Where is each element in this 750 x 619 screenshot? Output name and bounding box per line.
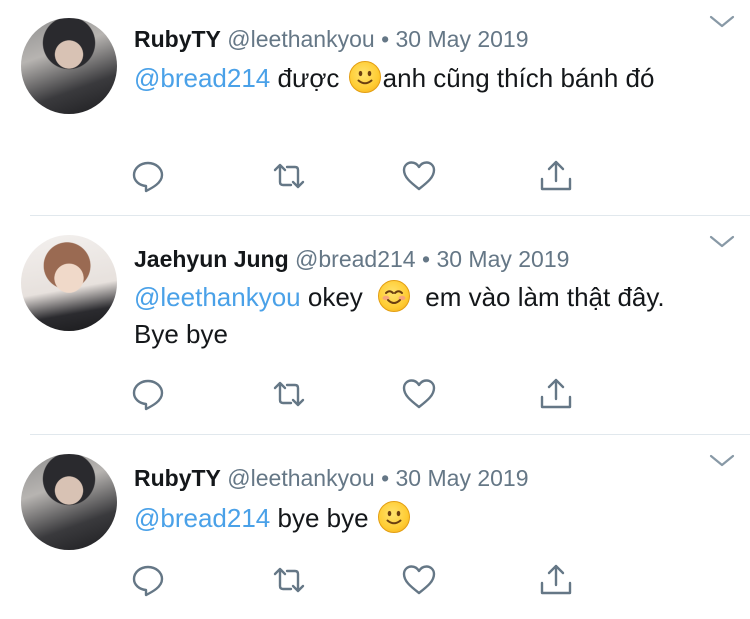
tweet[interactable]: RubyTY @leethankyou • 30 May 2019 @bread… [0, 0, 750, 215]
smiling-face-with-smiling-eyes-icon [378, 280, 411, 312]
retweet-icon[interactable] [271, 562, 307, 598]
like-icon[interactable] [401, 562, 437, 598]
chevron-down-icon[interactable] [709, 453, 735, 469]
tweet[interactable]: RubyTY @leethankyou • 30 May 2019 @bread… [0, 435, 750, 619]
reply-icon[interactable] [130, 158, 166, 194]
slightly-smiling-face-icon [348, 61, 381, 93]
display-name[interactable]: RubyTY [134, 26, 221, 52]
mention-link[interactable]: @bread214 [134, 63, 270, 93]
chevron-down-icon[interactable] [709, 234, 735, 250]
username[interactable]: @leethankyou [227, 26, 374, 52]
share-icon[interactable] [538, 158, 574, 194]
reply-icon[interactable] [130, 562, 166, 598]
share-icon[interactable] [538, 376, 574, 412]
tweet-header: RubyTY @leethankyou • 30 May 2019 [134, 463, 529, 493]
avatar[interactable] [21, 454, 117, 550]
share-icon[interactable] [538, 562, 574, 598]
tweet-text-part: bye bye [277, 503, 369, 533]
tweet-text: @leethankyou okey em vào làm thật đây. B… [134, 279, 714, 353]
tweet-header: RubyTY @leethankyou • 30 May 2019 [134, 24, 529, 54]
tweet-actions [0, 158, 750, 194]
display-name[interactable]: RubyTY [134, 465, 221, 491]
tweet-text-part: được [277, 63, 340, 93]
separator-dot: • [381, 465, 390, 491]
tweet[interactable]: Jaehyun Jung @bread214 • 30 May 2019 @le… [0, 216, 750, 434]
username[interactable]: @leethankyou [227, 465, 374, 491]
tweet-header: Jaehyun Jung @bread214 • 30 May 2019 [134, 244, 569, 274]
like-icon[interactable] [401, 376, 437, 412]
reply-icon[interactable] [130, 376, 166, 412]
separator-dot: • [422, 246, 431, 272]
mention-link[interactable]: @bread214 [134, 503, 270, 533]
tweet-date[interactable]: 30 May 2019 [396, 465, 529, 491]
retweet-icon[interactable] [271, 376, 307, 412]
tweet-date[interactable]: 30 May 2019 [396, 26, 529, 52]
tweet-text-part: anh cũng thích bánh đó [382, 63, 655, 93]
tweet-actions [0, 562, 750, 598]
retweet-icon[interactable] [271, 158, 307, 194]
display-name[interactable]: Jaehyun Jung [134, 246, 289, 272]
username[interactable]: @bread214 [295, 246, 416, 272]
slightly-smiling-face-icon [377, 501, 410, 533]
like-icon[interactable] [401, 158, 437, 194]
separator-dot: • [381, 26, 390, 52]
tweet-text-part: okey [307, 282, 363, 312]
avatar[interactable] [21, 235, 117, 331]
tweet-actions [0, 376, 750, 412]
chevron-down-icon[interactable] [709, 14, 735, 30]
tweet-text: @bread214 được anh cũng thích bánh đó [134, 60, 714, 97]
mention-link[interactable]: @leethankyou [134, 282, 301, 312]
tweet-text: @bread214 bye bye [134, 500, 714, 537]
avatar[interactable] [21, 18, 117, 114]
tweet-date[interactable]: 30 May 2019 [436, 246, 569, 272]
